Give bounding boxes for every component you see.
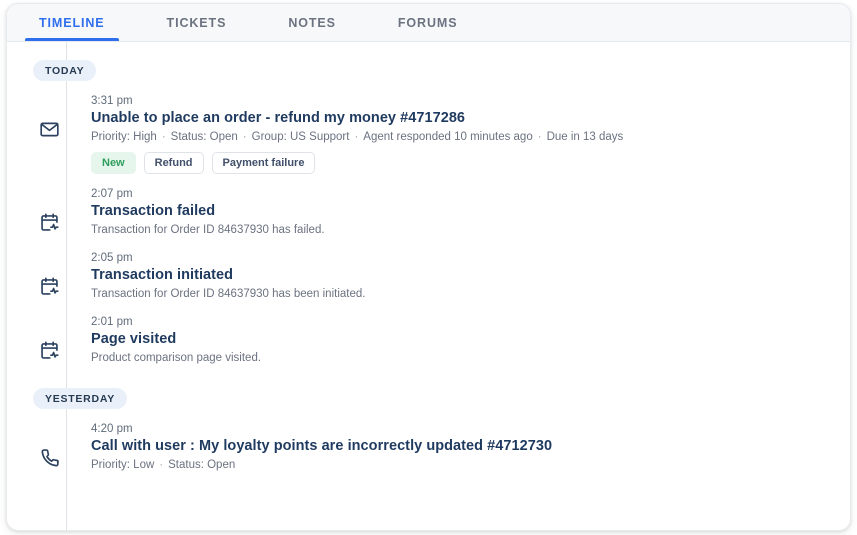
meta-item: Status: Open	[168, 459, 236, 471]
entry-meta: Transaction for Order ID 84637930 has be…	[91, 288, 830, 300]
meta-separator-dot: ·	[159, 459, 164, 471]
meta-separator-dot: ·	[161, 131, 166, 143]
calendar-activity-icon	[32, 336, 66, 365]
entry-time: 4:20 pm	[91, 423, 133, 435]
entry-meta: Transaction for Order ID 84637930 has fa…	[91, 224, 830, 236]
meta-item: Status: Open	[170, 131, 238, 143]
meta-item: Product comparison page visited.	[91, 352, 262, 364]
tag-chip[interactable]: New	[91, 152, 136, 174]
timeline-entry[interactable]: 2:05 pm Transaction initiated Transaction …	[7, 252, 850, 302]
meta-separator-dot: ·	[242, 131, 247, 143]
entry-icon-wrap	[7, 423, 91, 472]
entry-detail: 3:31 pm Unable to place an order - refund…	[91, 95, 850, 174]
entry-detail: 2:07 pm Transaction failed Transaction for…	[91, 188, 850, 238]
day-separator-today: TODAY	[33, 60, 97, 81]
timeline-card: TIMELINE TICKETS NOTES FORUMS TODAY 3:31 pm U…	[6, 3, 851, 531]
entry-title[interactable]: Transaction initiated	[91, 267, 830, 283]
meta-item: Transaction for Order ID 84637930 has be…	[91, 288, 366, 300]
meta-separator-dot: ·	[354, 131, 359, 143]
entry-meta: Product comparison page visited.	[91, 352, 830, 364]
meta-separator-dot: ·	[537, 131, 542, 143]
entry-detail: 2:05 pm Transaction initiated Transaction …	[91, 252, 850, 302]
meta-item: Agent responded 10 minutes ago	[363, 131, 533, 143]
tag-chip[interactable]: Refund	[143, 152, 204, 174]
entry-icon-wrap	[7, 252, 91, 301]
entry-time: 2:05 pm	[91, 252, 133, 264]
entry-tags: New Refund Payment failure	[91, 152, 830, 174]
entry-detail: 4:20 pm Call with user : My loyalty point…	[91, 423, 850, 473]
entry-meta: Priority: High · Status: Open · Group: US Su…	[91, 131, 830, 143]
entry-icon-wrap	[7, 316, 91, 365]
tag-chip[interactable]: Payment failure	[211, 152, 316, 174]
meta-item: Priority: High	[91, 131, 157, 143]
meta-item: Group: US Support	[251, 131, 350, 143]
tab-notes[interactable]: NOTES	[274, 4, 350, 41]
tab-bar: TIMELINE TICKETS NOTES FORUMS	[7, 4, 850, 42]
entry-title[interactable]: Transaction failed	[91, 203, 830, 219]
timeline-content: TODAY 3:31 pm Unable to place an order - r…	[7, 42, 850, 495]
timeline-entry[interactable]: 3:31 pm Unable to place an order - refund…	[7, 95, 850, 174]
calendar-activity-icon	[32, 272, 66, 301]
meta-item: Transaction for Order ID 84637930 has fa…	[91, 224, 325, 236]
timeline-entry[interactable]: 2:07 pm Transaction failed Transaction for…	[7, 188, 850, 238]
entry-time: 2:01 pm	[91, 316, 133, 328]
entry-title[interactable]: Call with user : My loyalty points are i…	[91, 438, 830, 454]
entry-title[interactable]: Page visited	[91, 331, 830, 347]
entry-time: 3:31 pm	[91, 95, 133, 107]
phone-icon	[32, 443, 66, 472]
entry-icon-wrap	[7, 188, 91, 237]
calendar-activity-icon	[32, 208, 66, 237]
day-separator-yesterday: YESTERDAY	[33, 388, 127, 409]
tab-tickets[interactable]: TICKETS	[153, 4, 241, 41]
meta-item: Priority: Low	[91, 459, 155, 471]
entry-time: 2:07 pm	[91, 188, 133, 200]
entry-detail: 2:01 pm Page visited Product comparison pa…	[91, 316, 850, 366]
timeline-body: TODAY 3:31 pm Unable to place an order - r…	[7, 42, 850, 530]
entry-title[interactable]: Unable to place an order - refund my mon…	[91, 110, 830, 126]
tab-timeline[interactable]: TIMELINE	[25, 4, 119, 41]
meta-item: Due in 13 days	[546, 131, 624, 143]
envelope-icon	[32, 115, 66, 144]
tab-forums[interactable]: FORUMS	[384, 4, 472, 41]
entry-icon-wrap	[7, 95, 91, 144]
timeline-screen: TIMELINE TICKETS NOTES FORUMS TODAY 3:31 pm U…	[0, 0, 857, 535]
timeline-entry[interactable]: 2:01 pm Page visited Product comparison pa…	[7, 316, 850, 366]
entry-meta: Priority: Low · Status: Open	[91, 459, 830, 471]
timeline-entry[interactable]: 4:20 pm Call with user : My loyalty point…	[7, 423, 850, 473]
